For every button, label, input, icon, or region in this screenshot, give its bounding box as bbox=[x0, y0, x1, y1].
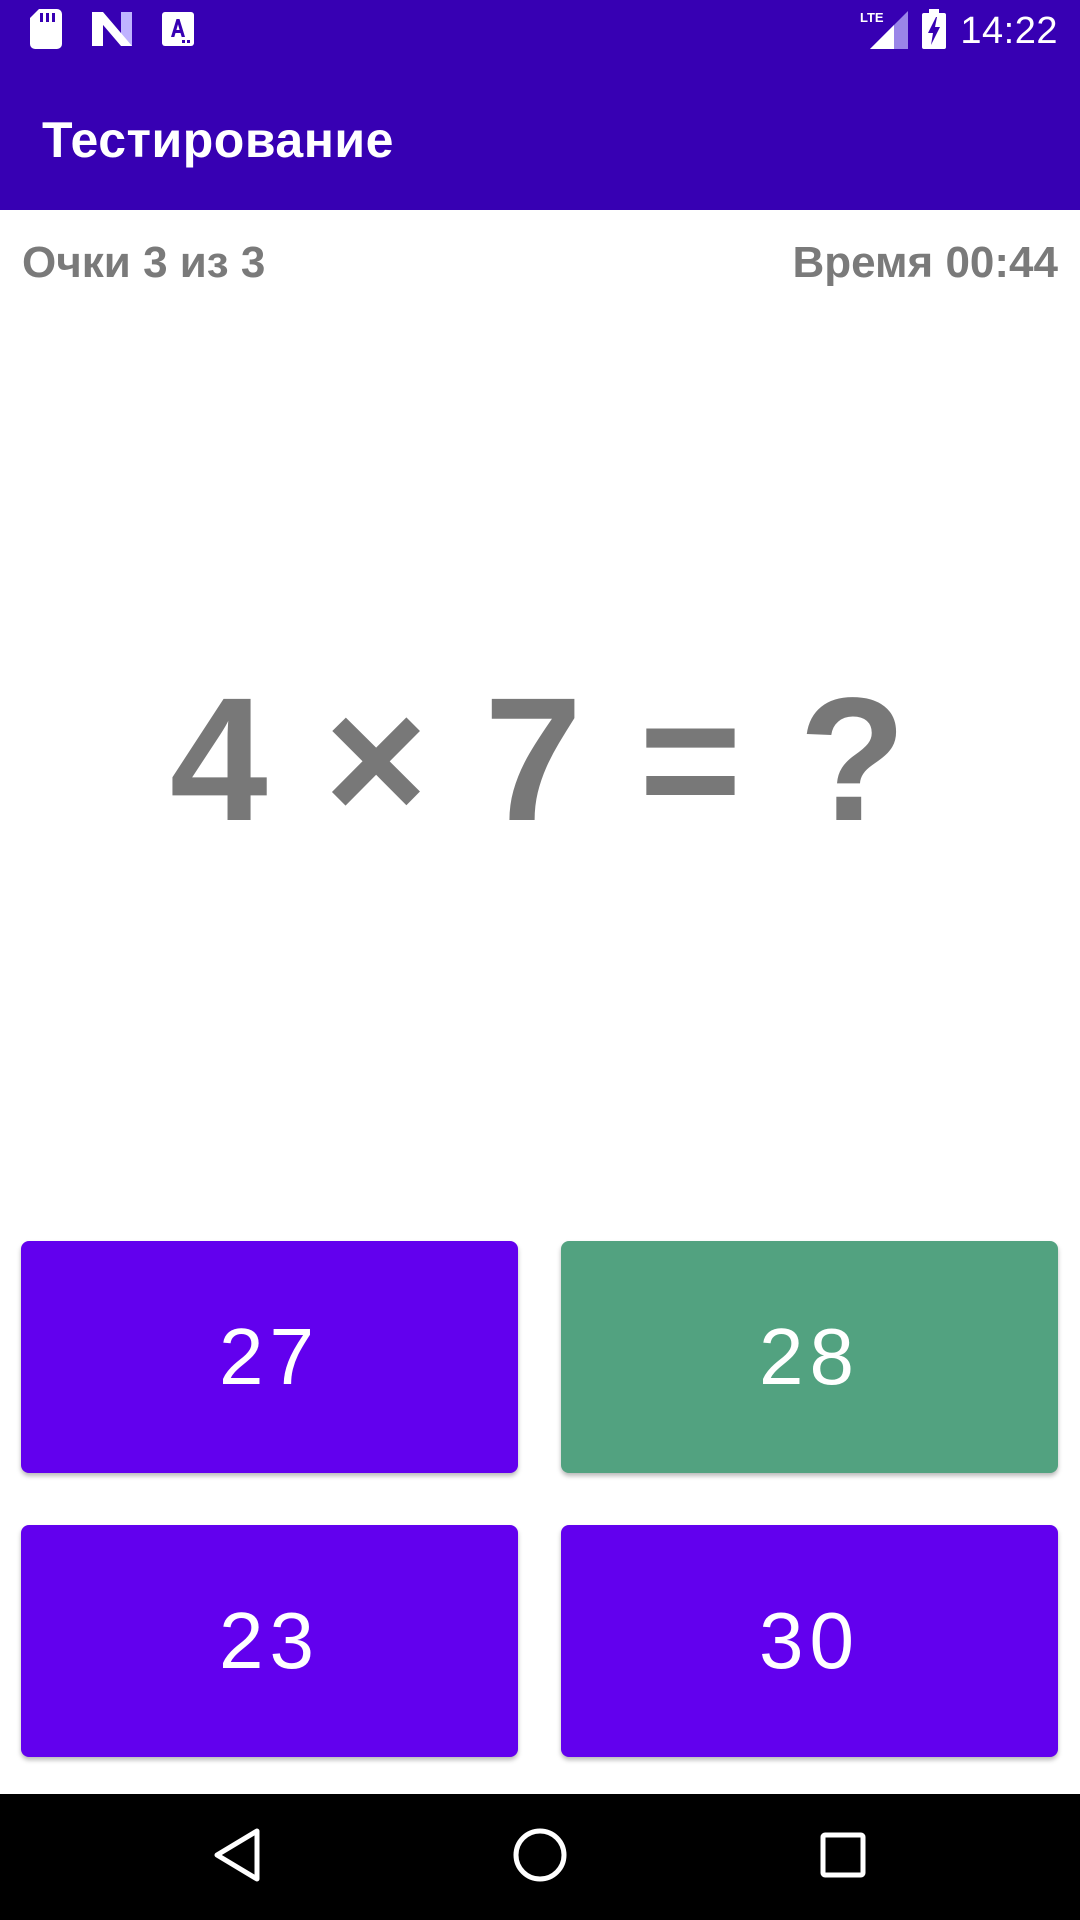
score-label: Очки 3 из 3 bbox=[22, 238, 266, 287]
answer-button-correct[interactable]: 28 bbox=[561, 1241, 1058, 1473]
status-left-icons bbox=[30, 8, 194, 54]
lte-signal-icon: LTE bbox=[860, 9, 909, 54]
svg-text:LTE: LTE bbox=[860, 10, 884, 25]
question-text: 4 × 7 = ? bbox=[169, 662, 911, 858]
navigation-bar bbox=[0, 1794, 1080, 1920]
home-button[interactable] bbox=[507, 1824, 573, 1890]
home-icon bbox=[512, 1827, 568, 1888]
n-logo-icon bbox=[92, 11, 132, 51]
recents-icon bbox=[819, 1831, 867, 1884]
status-right-icons: LTE 14:22 bbox=[860, 8, 1058, 54]
status-bar: LTE 14:22 bbox=[0, 0, 1080, 63]
timer-label: Время 00:44 bbox=[792, 238, 1058, 287]
answer-button[interactable]: 27 bbox=[21, 1241, 518, 1473]
app-title: Тестирование bbox=[42, 112, 394, 168]
answer-button[interactable]: 23 bbox=[21, 1525, 518, 1757]
recents-button[interactable] bbox=[810, 1824, 876, 1890]
back-button[interactable] bbox=[204, 1824, 270, 1890]
back-icon bbox=[212, 1827, 262, 1888]
battery-charging-icon bbox=[922, 8, 947, 54]
a-notification-icon bbox=[162, 11, 194, 51]
sd-card-icon bbox=[30, 8, 62, 54]
clock: 14:22 bbox=[960, 9, 1058, 52]
app-bar: Тестирование bbox=[0, 63, 1080, 210]
answer-button[interactable]: 30 bbox=[561, 1525, 1058, 1757]
